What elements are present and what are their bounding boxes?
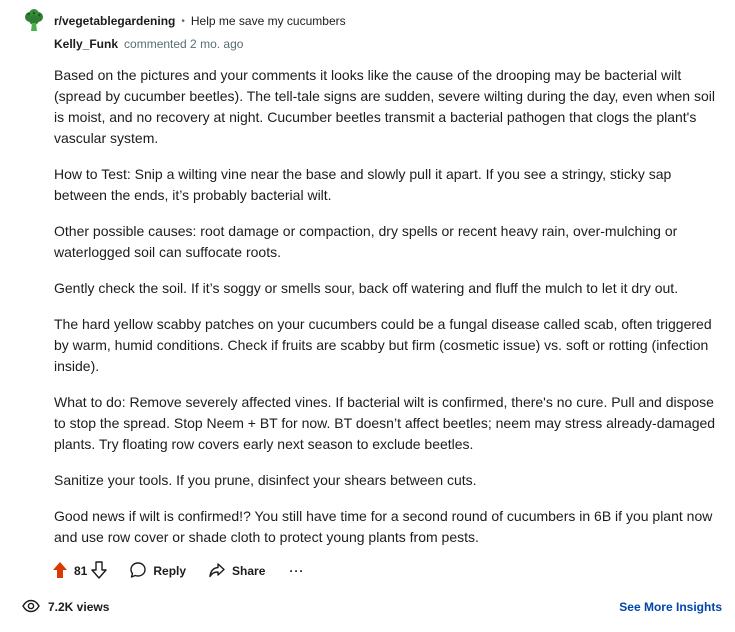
comment-action-bar: 81 Reply Share ··· <box>52 559 304 583</box>
comment-paragraph: How to Test: Snip a wilting vine near th… <box>54 166 672 203</box>
upvote-arrow-icon[interactable] <box>52 561 68 582</box>
views-count: 7.2K views <box>48 600 110 614</box>
subreddit-link[interactable]: r/vegetablegardening <box>54 14 175 28</box>
comment-paragraph: What to do: Remove severely affected vin… <box>54 394 716 452</box>
downvote-arrow-icon[interactable] <box>91 560 108 582</box>
comment-header: r/vegetablegardening • Help me save my c… <box>22 9 346 33</box>
comment-body: Based on the pictures and your comments … <box>54 65 726 563</box>
eye-icon <box>22 599 40 616</box>
share-button[interactable]: Share <box>208 561 265 582</box>
author-link[interactable]: Kelly_Funk <box>54 37 118 51</box>
share-arrow-icon <box>208 561 226 582</box>
views-stat: 7.2K views <box>22 599 109 616</box>
share-label: Share <box>232 564 266 578</box>
broccoli-icon[interactable] <box>22 9 46 33</box>
comment-byline: Kelly_Funk commented 2 mo. ago <box>54 37 243 51</box>
speech-bubble-icon <box>129 561 147 582</box>
comment-paragraph: Sanitize your tools. If you prune, disin… <box>54 472 477 488</box>
vote-group: 81 <box>52 560 108 582</box>
see-more-insights-link[interactable]: See More Insights <box>619 600 722 614</box>
comment-footer: 7.2K views See More Insights <box>22 598 722 616</box>
comment-paragraph: Other possible causes: root damage or co… <box>54 223 678 260</box>
vote-count: 81 <box>74 564 88 578</box>
reply-label: Reply <box>153 564 187 578</box>
comment-paragraph: The hard yellow scabby patches on your c… <box>54 316 712 374</box>
post-title-link[interactable]: Help me save my cucumbers <box>191 14 346 28</box>
reply-button[interactable]: Reply <box>129 561 186 582</box>
comment-paragraph: Based on the pictures and your comments … <box>54 67 715 146</box>
more-options-button[interactable]: ··· <box>289 564 304 578</box>
comment-paragraph: Gently check the soil. If it’s soggy or … <box>54 280 679 296</box>
comment-timestamp: commented 2 mo. ago <box>124 37 244 51</box>
comment-paragraph: Good news if wilt is confirmed!? You sti… <box>54 508 713 545</box>
separator-dot: • <box>181 15 185 27</box>
